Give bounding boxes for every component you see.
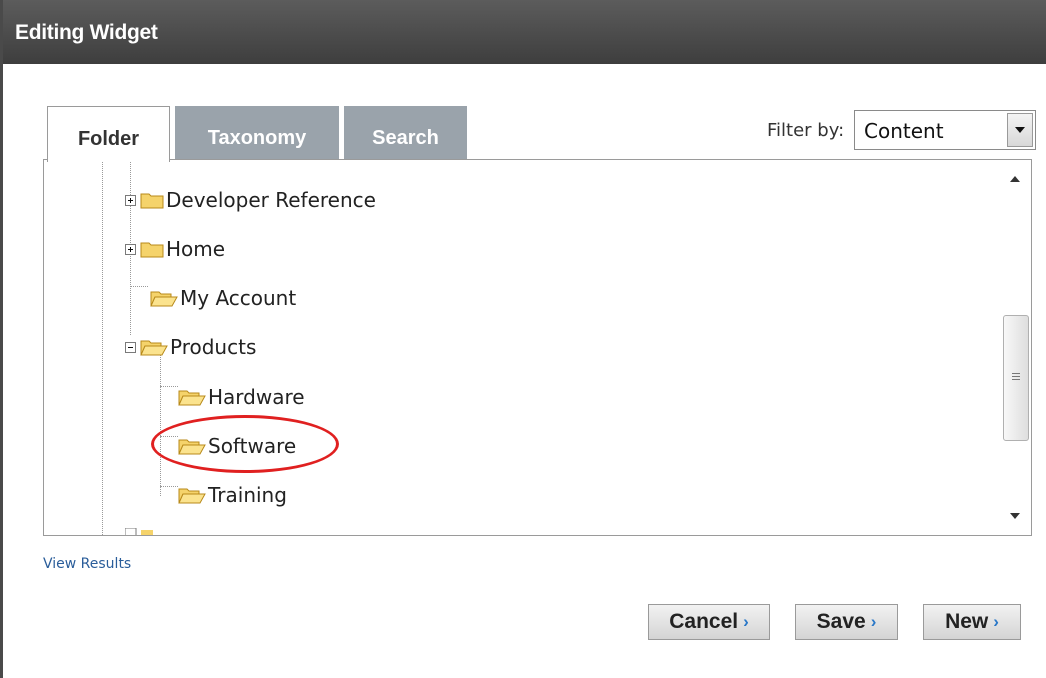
filter-label: Filter by: <box>767 120 845 141</box>
tree-node-partial <box>184 160 190 170</box>
tree-node-my-account[interactable]: My Account <box>150 283 296 313</box>
tree-node-label: Hardware <box>208 385 305 409</box>
save-button-label: Save <box>816 610 866 633</box>
filter-value: Content <box>864 119 944 143</box>
tab-folder[interactable]: Folder <box>47 106 170 162</box>
folder-open-icon <box>178 390 206 406</box>
grip-line <box>1012 379 1020 380</box>
grip-line <box>1012 373 1020 374</box>
folder-closed-icon <box>140 242 164 258</box>
folder-partial-icon <box>125 528 153 535</box>
cancel-button[interactable]: Cancel › <box>648 604 770 640</box>
scrollbar-thumb[interactable] <box>1003 315 1029 441</box>
new-button[interactable]: New › <box>923 604 1021 640</box>
tab-taxonomy[interactable]: Taxonomy <box>175 106 339 160</box>
tree-node-home[interactable]: Home <box>125 234 225 264</box>
tree-node-label: Products <box>170 335 257 359</box>
tree-node-hardware[interactable]: Hardware <box>178 382 305 412</box>
tree-node-label: Home <box>166 237 226 261</box>
tree-node-developer-reference[interactable]: Developer Reference <box>125 185 376 215</box>
cancel-button-label: Cancel <box>669 610 739 633</box>
scroll-up-icon[interactable] <box>1010 176 1020 182</box>
expand-plus-icon[interactable] <box>125 194 136 206</box>
dropdown-arrow-icon[interactable] <box>1007 113 1033 147</box>
folder-open-icon <box>150 291 178 307</box>
highlight-annotation-circle <box>151 415 339 473</box>
folder-closed-icon <box>140 193 164 209</box>
folder-tree-panel: Developer Reference Home My Account Prod… <box>43 159 1032 536</box>
collapse-minus-icon[interactable] <box>125 341 136 353</box>
chevron-right-icon: › <box>993 612 999 631</box>
view-results-link[interactable]: View Results <box>43 556 131 572</box>
grip-line <box>1012 376 1020 377</box>
expand-plus-icon[interactable] <box>125 243 136 255</box>
chevron-right-icon: › <box>870 612 877 631</box>
tree-guide-line <box>160 386 178 387</box>
tree-guide-line <box>130 286 148 287</box>
tree-node-training[interactable]: Training <box>178 480 287 510</box>
tree-node-label: Training <box>208 483 287 507</box>
chevron-right-icon: › <box>743 612 749 631</box>
scroll-down-icon[interactable] <box>1010 513 1020 519</box>
tree-scrollbar[interactable] <box>1001 160 1031 535</box>
tree-guide-line <box>160 486 178 487</box>
editing-widget-dialog: Editing Widget Folder Taxonomy Search Fi… <box>0 0 1046 678</box>
save-button[interactable]: Save › <box>795 604 898 640</box>
tab-search[interactable]: Search <box>344 106 467 160</box>
folder-open-icon <box>140 340 168 356</box>
tree-node-label: My Account <box>180 286 297 310</box>
new-button-label: New <box>945 610 989 633</box>
tree-guide-line <box>102 160 103 535</box>
tree-node-label: Developer Reference <box>166 188 376 212</box>
dialog-title: Editing Widget <box>3 0 1046 64</box>
tree-node-products[interactable]: Products <box>125 332 256 362</box>
filter-select[interactable]: Content <box>854 110 1036 150</box>
tree-guide-line <box>160 350 161 496</box>
folder-open-icon <box>178 488 206 504</box>
